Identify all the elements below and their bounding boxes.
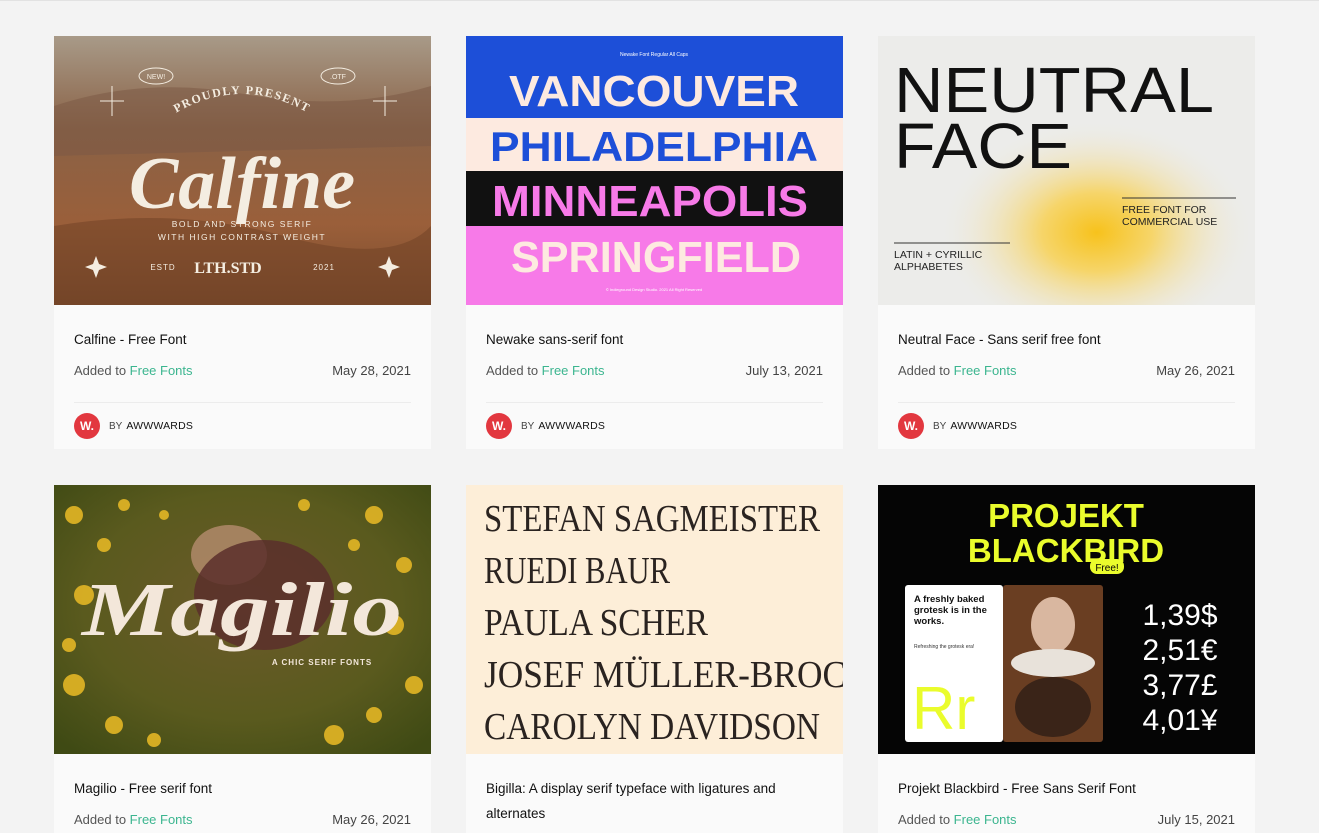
line-1: STEFAN SAGMEISTER <box>484 498 821 540</box>
card-title[interactable]: Magilio - Free serif font <box>74 776 411 801</box>
card-date: July 13, 2021 <box>745 363 823 378</box>
author-name[interactable]: AWWWARDS <box>126 420 193 432</box>
line-3: PAULA SCHER <box>484 602 709 644</box>
top-border <box>0 0 1319 1</box>
card-thumbnail[interactable]: STEFAN SAGMEISTER RUEDI BAUR PAULA SCHER… <box>466 485 843 754</box>
image-footer: © Indieground Design Studio. 2021 All Ri… <box>606 287 702 292</box>
font-card-bigilla: STEFAN SAGMEISTER RUEDI BAUR PAULA SCHER… <box>466 485 843 833</box>
card-text-1: A freshly baked <box>914 594 985 605</box>
badge-otf: .OTF <box>330 74 346 81</box>
card-text-4: Refreshing the grotesk era! <box>914 644 974 650</box>
line-blackbird: BLACKBIRD <box>968 532 1164 569</box>
year-label: 2021 <box>313 263 335 272</box>
card-thumbnail[interactable]: Newake Font Regular All Caps VANCOUVER P… <box>466 36 843 305</box>
studio-label: LTH.STD <box>194 260 261 277</box>
category-link[interactable]: Free Fonts <box>130 363 193 378</box>
line-4: JOSEF MÜLLER-BROC <box>484 654 843 696</box>
free-badge: Free! <box>1095 563 1118 574</box>
card-author: W. BY AWWWARDS <box>486 413 605 439</box>
added-to-label: Added to <box>74 812 127 827</box>
card-author: W. BY AWWWARDS <box>898 413 1017 439</box>
bigilla-image: STEFAN SAGMEISTER RUEDI BAUR PAULA SCHER… <box>466 485 843 754</box>
by-label: BY <box>933 420 947 432</box>
line-face: FACE <box>894 110 1072 182</box>
magilio-image: Magilio A CHIC SERIF FONTS <box>54 485 431 754</box>
calfine-image: NEW! .OTF PROUDLY PRESENT Calfine BOLD A… <box>54 36 431 305</box>
avatar[interactable]: W. <box>74 413 100 439</box>
line-projekt: PROJEKT <box>988 497 1144 534</box>
card-meta: Added to Free Fonts May 26, 2021 <box>74 812 411 827</box>
added-to-label: Added to <box>486 363 539 378</box>
calfine-wordmark: Calfine <box>129 143 355 225</box>
card-meta: Added to Free Fonts July 13, 2021 <box>486 363 823 378</box>
neutral-face-image: NEUTRAL FACE FREE FONT FOR COMMERCIAL US… <box>878 36 1255 305</box>
font-card-newake: Newake Font Regular All Caps VANCOUVER P… <box>466 36 843 449</box>
card-date: May 28, 2021 <box>332 363 411 378</box>
card-title[interactable]: Neutral Face - Sans serif free font <box>898 327 1235 352</box>
avatar[interactable]: W. <box>898 413 924 439</box>
line-springfield: SPRINGFIELD <box>511 233 801 282</box>
card-divider <box>898 402 1235 403</box>
price-4: 4,01¥ <box>1142 704 1217 737</box>
card-date: May 26, 2021 <box>1156 363 1235 378</box>
note-latin: LATIN + CYRILLIC <box>894 249 983 261</box>
card-thumbnail[interactable]: Magilio A CHIC SERIF FONTS <box>54 485 431 754</box>
author-name[interactable]: AWWWARDS <box>950 420 1017 432</box>
price-2: 2,51€ <box>1142 634 1217 667</box>
added-to-label: Added to <box>898 363 951 378</box>
font-card-neutral-face: NEUTRAL FACE FREE FONT FOR COMMERCIAL US… <box>878 36 1255 449</box>
card-meta: Added to Free Fonts May 26, 2021 <box>898 363 1235 378</box>
card-text-3: works. <box>913 616 944 627</box>
card-author: W. BY AWWWARDS <box>74 413 193 439</box>
line-2: RUEDI BAUR <box>484 550 671 592</box>
card-thumbnail[interactable]: NEUTRAL FACE FREE FONT FOR COMMERCIAL US… <box>878 36 1255 305</box>
rr-glyphs: Rr <box>912 675 975 742</box>
note-commercial: COMMERCIAL USE <box>1122 216 1217 228</box>
line-minneapolis: MINNEAPOLIS <box>492 177 808 226</box>
card-text-2: grotesk is in the <box>914 605 987 616</box>
card-divider <box>74 402 411 403</box>
image-header: Newake Font Regular All Caps <box>620 52 689 58</box>
estd-label: ESTD <box>150 263 175 272</box>
card-meta: Added to Free Fonts May 28, 2021 <box>74 363 411 378</box>
card-thumbnail[interactable]: PROJEKT BLACKBIRD Free! A freshly baked … <box>878 485 1255 754</box>
magilio-wordmark: Magilio <box>81 568 402 652</box>
category-link[interactable]: Free Fonts <box>130 812 193 827</box>
card-title[interactable]: Newake sans-serif font <box>486 327 823 352</box>
price-3: 3,77£ <box>1142 669 1217 702</box>
card-title[interactable]: Calfine - Free Font <box>74 327 411 352</box>
newake-image: Newake Font Regular All Caps VANCOUVER P… <box>466 36 843 305</box>
card-thumbnail[interactable]: NEW! .OTF PROUDLY PRESENT Calfine BOLD A… <box>54 36 431 305</box>
subtitle-line-1: BOLD AND STRONG SERIF <box>172 219 313 229</box>
category-link[interactable]: Free Fonts <box>954 363 1017 378</box>
by-label: BY <box>521 420 535 432</box>
line-5: CAROLYN DAVIDSON <box>484 706 820 748</box>
subtitle-line-2: WITH HIGH CONTRAST WEIGHT <box>158 232 326 242</box>
font-card-projekt-blackbird: PROJEKT BLACKBIRD Free! A freshly baked … <box>878 485 1255 833</box>
added-to-label: Added to <box>898 812 951 827</box>
note-alphabetes: ALPHABETES <box>894 261 963 273</box>
category-link[interactable]: Free Fonts <box>954 812 1017 827</box>
line-vancouver: VANCOUVER <box>509 67 799 116</box>
magilio-subtitle: A CHIC SERIF FONTS <box>272 658 372 667</box>
card-divider <box>486 402 823 403</box>
card-meta: Added to Free Fonts July 15, 2021 <box>898 812 1235 827</box>
note-free-font: FREE FONT FOR <box>1122 204 1207 216</box>
price-1: 1,39$ <box>1142 599 1217 632</box>
line-philadelphia: PHILADELPHIA <box>490 123 818 170</box>
font-card-calfine: NEW! .OTF PROUDLY PRESENT Calfine BOLD A… <box>54 36 431 449</box>
by-label: BY <box>109 420 123 432</box>
card-date: May 26, 2021 <box>332 812 411 827</box>
font-card-magilio: Magilio A CHIC SERIF FONTS Magilio - Fre… <box>54 485 431 833</box>
card-title[interactable]: Bigilla: A display serif typeface with l… <box>486 776 823 826</box>
avatar[interactable]: W. <box>486 413 512 439</box>
badge-new: NEW! <box>147 74 165 81</box>
author-name[interactable]: AWWWARDS <box>538 420 605 432</box>
added-to-label: Added to <box>74 363 127 378</box>
projekt-blackbird-image: PROJEKT BLACKBIRD Free! A freshly baked … <box>878 485 1255 754</box>
card-date: July 15, 2021 <box>1157 812 1235 827</box>
category-link[interactable]: Free Fonts <box>542 363 605 378</box>
card-title[interactable]: Projekt Blackbird - Free Sans Serif Font <box>898 776 1235 801</box>
